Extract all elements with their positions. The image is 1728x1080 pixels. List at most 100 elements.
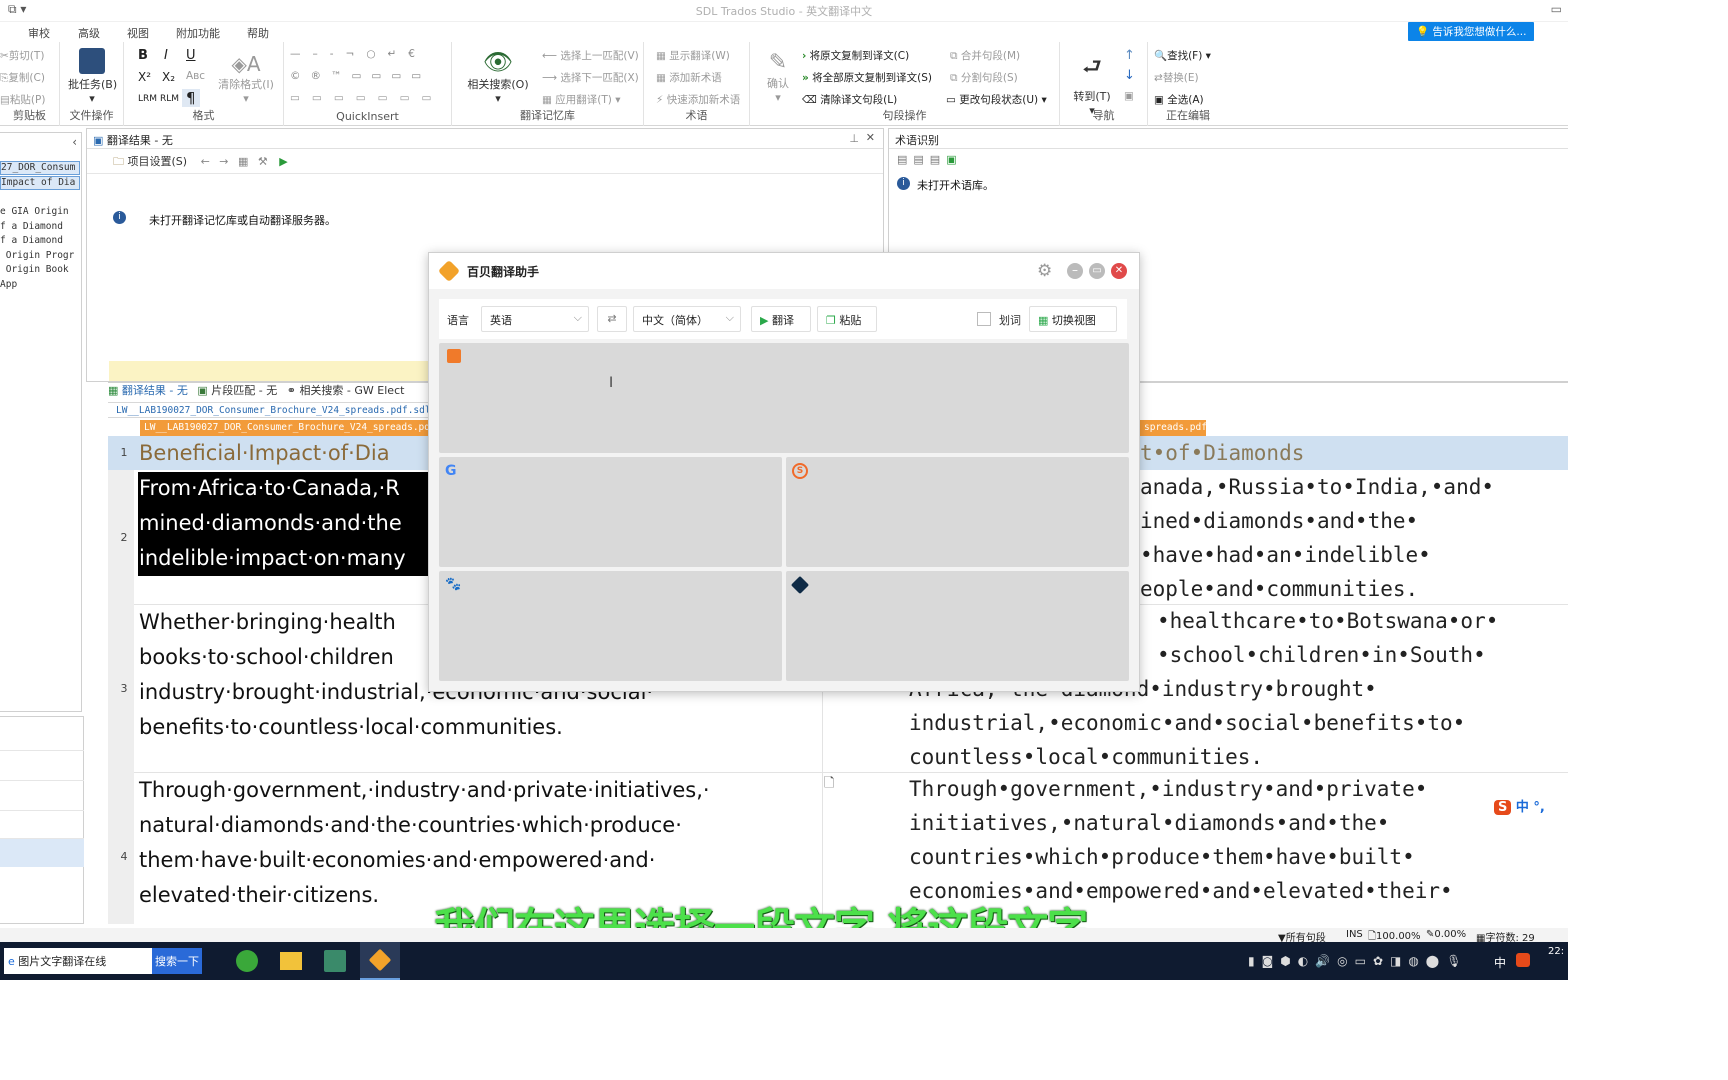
list-item[interactable] — [0, 721, 84, 751]
project-settings-button[interactable]: 项目设置(S) — [128, 155, 188, 168]
confirm-button[interactable]: ✎ 确认 ▾ — [760, 50, 796, 104]
forward-icon[interactable]: → — [219, 155, 228, 168]
deepl-result-box[interactable] — [786, 571, 1129, 681]
minimize-icon[interactable]: – — [1067, 263, 1083, 279]
change-status-button[interactable]: ▭ 更改句段状态(U) ▾ — [946, 92, 1047, 107]
rlm-button[interactable]: RLM — [160, 94, 179, 104]
source-segment-1[interactable]: Beneficial·Impact·of·Dia — [139, 436, 390, 471]
file-item[interactable]: Impact of Dia — [0, 176, 80, 190]
italic-icon[interactable]: I — [164, 48, 168, 63]
pilcrow-icon[interactable]: ¶ — [182, 89, 200, 107]
restore-icon[interactable]: ▭ — [1551, 2, 1562, 16]
settings-icon[interactable]: 🗀 — [113, 155, 128, 168]
menu-view[interactable]: 视图 — [127, 25, 149, 41]
up-arrow-icon[interactable]: ↑ — [1124, 48, 1135, 63]
case-icon[interactable]: Aʙᴄ — [186, 70, 205, 82]
swap-lang-button[interactable]: ⇄ — [597, 306, 627, 332]
ime-indicator[interactable]: 中 — [1494, 954, 1506, 971]
trados-icon[interactable] — [324, 950, 346, 972]
menu-help[interactable]: 帮助 — [247, 25, 269, 41]
folder-icon[interactable] — [280, 952, 302, 970]
quickinsert-row-2[interactable]: ©®™▭▭▭▭ — [290, 70, 431, 82]
source-lang-select[interactable]: 英语 ⌵ — [481, 306, 589, 332]
underline-icon[interactable]: U — [186, 48, 196, 63]
word-pick-checkbox[interactable] — [977, 312, 991, 326]
target-segment-4[interactable]: Through•government,•industry•and•private… — [909, 772, 1453, 908]
term-toolbar[interactable]: ▤▤▤▣ — [897, 153, 963, 166]
menu-advanced[interactable]: 高级 — [78, 25, 100, 41]
cut-button[interactable]: ✂剪切(T) — [0, 48, 44, 63]
select-all-button[interactable]: ▣ 全选(A) — [1154, 92, 1204, 107]
collapse-icon[interactable]: ‹ — [72, 135, 77, 149]
replace-button[interactable]: ⇄替换(E) — [1154, 70, 1199, 85]
paste-button[interactable]: ▤粘贴(P) — [0, 92, 45, 107]
heading-item[interactable]: App — [0, 279, 17, 290]
split-segment-button[interactable]: ⧉ 分割句段(S) — [950, 70, 1018, 85]
tab-fragment-match[interactable]: 片段匹配 - 无 — [211, 384, 277, 397]
target-segment-2[interactable]: anada,•Russia•to•India,•and• ined•diamond… — [1140, 470, 1494, 606]
gear-icon[interactable]: ⚙ — [1037, 261, 1052, 281]
clear-target-button[interactable]: ⌫ 清除译文句段(L) — [802, 92, 897, 107]
pin-icon[interactable]: ⊥ — [849, 132, 859, 145]
browser-360-icon[interactable] — [236, 950, 258, 972]
translate-button[interactable]: ▶ 翻译 — [751, 306, 811, 332]
heading-item[interactable]: f a Diamond — [0, 235, 63, 246]
heading-item[interactable]: e GIA Origin — [0, 206, 69, 217]
google-result-box[interactable]: G — [439, 457, 782, 567]
bold-icon[interactable]: B — [138, 48, 148, 63]
tab-concordance[interactable]: 相关搜索 - GW Elect — [299, 384, 404, 397]
close-icon[interactable]: ✕ — [1111, 263, 1127, 279]
taskbar-search[interactable]: e 图片文字翻译在线 — [4, 948, 152, 974]
target-lang-select[interactable]: 中文（简体） ⌵ — [633, 306, 741, 332]
quick-add-term-button[interactable]: ⚡ 快速添加新术语 — [656, 92, 740, 107]
quickinsert-row-1[interactable]: —–-¬○↵€ — [290, 48, 427, 60]
copy-button[interactable]: ⎘复制(C) — [0, 70, 45, 85]
heading-item[interactable]: f a Diamond — [0, 221, 63, 232]
subscript-icon[interactable]: X₂ — [162, 70, 175, 84]
input-textarea[interactable]: Ι — [439, 343, 1129, 453]
list-icon[interactable]: ▦ — [238, 155, 248, 168]
menu-review[interactable]: 审校 — [28, 25, 50, 41]
file-name[interactable]: LW__LAB190027_DOR_Consumer_Brochure_V24_… — [108, 403, 438, 416]
back-icon[interactable]: ← — [201, 155, 210, 168]
sogou-tray-icon[interactable] — [1516, 953, 1530, 967]
lrm-button[interactable]: LRM — [138, 94, 157, 104]
list-item-selected[interactable] — [0, 839, 84, 867]
heading-item[interactable]: Origin Progr — [0, 250, 75, 261]
list-item[interactable] — [0, 811, 84, 839]
merge-segment-button[interactable]: ⧉ 合并句段(M) — [950, 48, 1020, 63]
ime-badge[interactable]: S 中 °, — [1494, 796, 1564, 818]
batch-tasks-button[interactable]: 批任务(B) ▾ — [68, 48, 117, 105]
find-button[interactable]: 🔍查找(F) ▾ — [1154, 48, 1211, 63]
switch-view-button[interactable]: ▦ 切换视图 — [1029, 306, 1117, 332]
list-item[interactable] — [0, 751, 84, 781]
menu-addins[interactable]: 附加功能 — [176, 25, 220, 41]
tab-translation-results[interactable]: 翻译结果 - 无 — [122, 384, 188, 397]
active-app-tab[interactable] — [360, 942, 400, 980]
paste-button[interactable]: ❐ 粘贴 — [817, 306, 877, 332]
clear-format-button[interactable]: ◈A 清除格式(I) ▾ — [214, 52, 278, 105]
tools-icon[interactable]: ⚒ — [258, 155, 268, 168]
maximize-icon[interactable]: ▭ — [1089, 263, 1105, 279]
copy-all-source-button[interactable]: » 将全部原文复制到译文(S) — [802, 70, 932, 85]
search-button[interactable]: 搜索一下 — [152, 948, 202, 974]
apply-translation-button[interactable]: ▦ 应用翻译(T) ▾ — [542, 92, 620, 107]
system-tray[interactable]: ▮◙⬢◐🔊◎▭✿◨◍⬤🎙 — [1248, 954, 1468, 968]
file-item-selected[interactable]: 27_DOR_Consum — [0, 161, 80, 175]
heading-list[interactable]: e GIA Origin f a Diamond f a Diamond Ori… — [0, 205, 74, 292]
source-segment-4[interactable]: Through·government,·industry·and·private… — [139, 773, 710, 913]
sogou-result-box[interactable]: S — [786, 457, 1129, 567]
concordance-button[interactable]: 👁 相关搜索(O) ▾ — [466, 48, 530, 105]
bookmark-icon[interactable]: ▣ — [1124, 90, 1134, 102]
baidu-result-box[interactable]: 🐾 — [439, 571, 782, 681]
target-segment-1[interactable]: t•of•Diamonds — [1140, 436, 1304, 470]
superscript-icon[interactable]: X² — [138, 70, 151, 84]
prev-match-button[interactable]: ⟵ 选择上一匹配(V) — [542, 48, 639, 63]
heading-item[interactable]: Origin Book — [0, 264, 69, 275]
list-item[interactable] — [0, 781, 84, 811]
tell-me-box[interactable]: 💡 告诉我您想做什么... — [1408, 22, 1534, 41]
show-translation-button[interactable]: ▦ 显示翻译(W) — [656, 48, 730, 63]
source-segment-2[interactable]: From·Africa·to·Canada,·R mined·diamonds·a… — [139, 471, 406, 576]
close-icon[interactable]: ✕ — [866, 131, 875, 144]
down-arrow-icon[interactable]: ↓ — [1124, 68, 1135, 83]
